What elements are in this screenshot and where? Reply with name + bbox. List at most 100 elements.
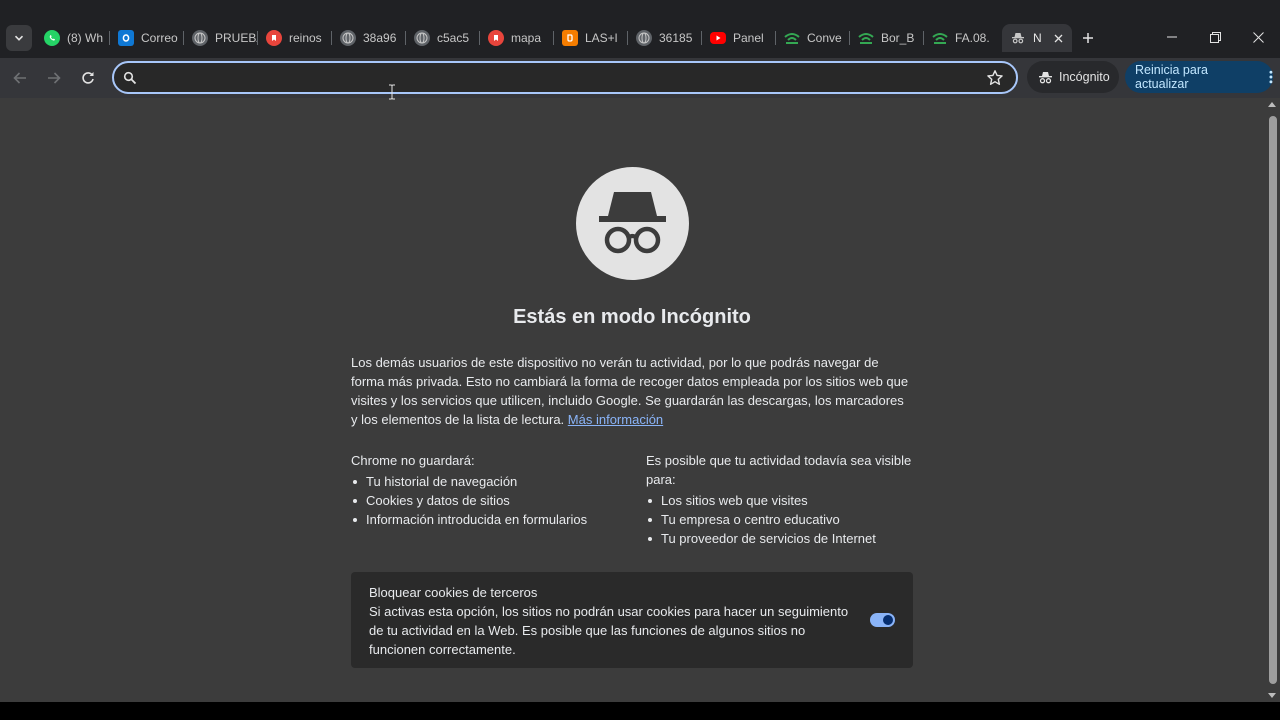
visible-to-section: Es posible que tu actividad todavía sea … <box>646 451 913 548</box>
tab-search-button[interactable] <box>6 25 32 51</box>
close-icon <box>1252 31 1264 43</box>
bookmark-site-icon <box>266 30 282 46</box>
arrow-left-icon <box>13 72 26 84</box>
tab-panel[interactable]: Panel <box>702 24 776 52</box>
tab-title: Conve <box>807 31 842 45</box>
incognito-label: Incógnito <box>1059 70 1110 84</box>
tab-title: reinos <box>289 31 322 45</box>
blogger-icon <box>562 30 578 46</box>
whatsapp-icon <box>44 30 60 46</box>
back-button[interactable] <box>8 66 32 90</box>
network-icon <box>932 30 948 46</box>
new-tab-button[interactable] <box>1078 28 1098 48</box>
more-vert-icon <box>1269 70 1273 84</box>
youtube-icon <box>710 32 726 44</box>
tab-prueba[interactable]: PRUEBA <box>184 24 258 52</box>
tab-fa08[interactable]: FA.08. <box>924 24 998 52</box>
outlook-icon <box>118 30 134 46</box>
not-saved-section: Chrome no guardará: Tu historial de nave… <box>351 451 621 529</box>
tab-las[interactable]: LAS+l <box>554 24 628 52</box>
incognito-logo-icon <box>576 167 689 280</box>
toolbar: Incógnito Reinicia para actualizar <box>0 58 1280 98</box>
intro-text: Los demás usuarios de este dispositivo n… <box>351 353 913 429</box>
vertical-scrollbar[interactable] <box>1265 98 1280 702</box>
text-cursor-icon <box>389 84 395 100</box>
visible-list: Los sitios web que visites Tu empresa o … <box>646 491 913 548</box>
tab-bor[interactable]: Bor_B <box>850 24 924 52</box>
address-input[interactable] <box>146 63 966 92</box>
toggle-knob <box>883 615 893 625</box>
restore-button[interactable] <box>1203 26 1227 48</box>
arrow-right-icon <box>48 72 61 84</box>
list-item: Los sitios web que visites <box>646 491 913 510</box>
bookmark-site-icon <box>488 30 504 46</box>
close-icon <box>1054 34 1062 42</box>
tab-whatsapp[interactable]: (8) Wh <box>36 24 110 52</box>
incognito-profile-button[interactable]: Incógnito <box>1027 61 1119 93</box>
block-cookies-toggle[interactable] <box>870 613 895 627</box>
tab-active-incognito[interactable]: N <box>1002 24 1072 52</box>
incognito-page: Estás en modo Incógnito Los demás usuari… <box>0 98 1265 702</box>
tab-reinos[interactable]: reinos <box>258 24 332 52</box>
list-item: Tu proveedor de servicios de Internet <box>646 529 913 548</box>
chevron-down-icon <box>14 35 24 41</box>
scroll-thumb[interactable] <box>1269 116 1277 684</box>
incognito-icon <box>1010 30 1026 46</box>
tab-title: 36185 <box>659 31 693 45</box>
minimize-icon <box>1167 36 1177 38</box>
tab-correo[interactable]: Correo <box>110 24 184 52</box>
tab-title: PRUEBA <box>215 31 258 45</box>
tab-title: FA.08. <box>955 31 990 45</box>
tab-title: LAS+l <box>585 31 618 45</box>
tab-title: Bor_B <box>881 31 915 45</box>
scroll-down-arrow-icon[interactable] <box>1268 693 1276 698</box>
cookie-title: Bloquear cookies de terceros <box>369 585 538 600</box>
cookie-description: Si activas esta opción, los sitios no po… <box>369 604 849 657</box>
restart-to-update-button[interactable]: Reinicia para actualizar <box>1125 61 1273 93</box>
bookmark-star-icon[interactable] <box>986 69 1004 87</box>
page-title: Estás en modo Incógnito <box>513 306 751 328</box>
learn-more-link[interactable]: Más información <box>568 412 663 427</box>
globe-icon <box>192 30 208 46</box>
plus-icon <box>1083 33 1093 43</box>
restore-icon <box>1209 31 1221 43</box>
list-item: Tu empresa o centro educativo <box>646 510 913 529</box>
bottom-edge <box>0 702 1280 720</box>
tab-c5ac5[interactable]: c5ac5 <box>406 24 480 52</box>
minimize-button[interactable] <box>1160 26 1184 48</box>
tab-title: N <box>1033 31 1042 45</box>
tab-38a96[interactable]: 38a96 <box>332 24 406 52</box>
network-icon <box>858 30 874 46</box>
cookie-controls-card: Bloquear cookies de terceros Si activas … <box>351 572 913 668</box>
tab-title: mapa <box>511 31 542 45</box>
search-icon <box>123 71 137 85</box>
forward-button[interactable] <box>42 66 66 90</box>
globe-icon <box>414 30 430 46</box>
close-window-button[interactable] <box>1246 26 1270 48</box>
reload-icon <box>82 72 94 84</box>
tab-list: (8) Wh Correo PRUEBA reinos 38a96 <box>36 24 1072 52</box>
tab-title: c5ac5 <box>437 31 470 45</box>
list-item: Información introducida en formularios <box>351 510 621 529</box>
tab-mapa[interactable]: mapa <box>480 24 554 52</box>
tab-strip: (8) Wh Correo PRUEBA reinos 38a96 <box>0 0 1280 58</box>
list-item: Tu historial de navegación <box>351 472 621 491</box>
network-icon <box>784 30 800 46</box>
list-item: Cookies y datos de sitios <box>351 491 621 510</box>
reload-button[interactable] <box>76 66 100 90</box>
globe-icon <box>636 30 652 46</box>
visible-heading: Es posible que tu actividad todavía sea … <box>646 453 912 487</box>
incognito-icon <box>1039 71 1052 83</box>
tab-title: Panel <box>733 31 764 45</box>
update-label: Reinicia para actualizar <box>1135 63 1208 91</box>
tab-close-button[interactable] <box>1050 30 1066 46</box>
tab-title: Correo <box>141 31 178 45</box>
tab-36185[interactable]: 36185 <box>628 24 702 52</box>
not-saved-list: Tu historial de navegación Cookies y dat… <box>351 472 621 529</box>
not-saved-heading: Chrome no guardará: <box>351 453 475 468</box>
tab-title: 38a96 <box>363 31 397 45</box>
tab-conve[interactable]: Conve <box>776 24 850 52</box>
address-bar[interactable] <box>112 61 1018 94</box>
tab-title: (8) Wh <box>67 31 103 45</box>
scroll-up-arrow-icon[interactable] <box>1268 102 1276 107</box>
